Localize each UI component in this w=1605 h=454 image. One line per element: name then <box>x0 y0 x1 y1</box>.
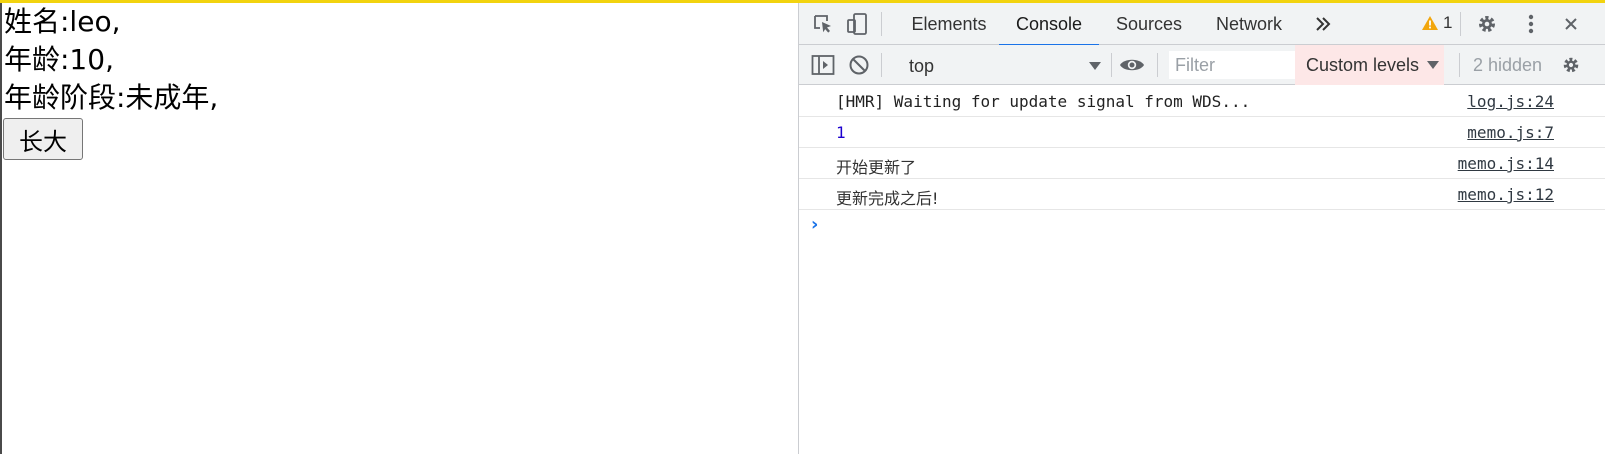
tab-network[interactable]: Network <box>1199 3 1299 45</box>
prompt-chevron-icon: › <box>811 214 819 235</box>
tabbar-divider <box>881 12 882 36</box>
clear-console-icon[interactable] <box>847 53 871 77</box>
console-message: [HMR] Waiting for update signal from WDS… <box>836 92 1251 111</box>
gear-icon[interactable] <box>1475 12 1499 36</box>
devtools-tabbar: Elements Console Sources Network 1 <box>799 3 1605 46</box>
console-prompt[interactable]: › <box>799 210 1605 240</box>
double-chevron-icon[interactable] <box>1311 12 1335 36</box>
source-link[interactable]: log.js:24 <box>1467 92 1554 111</box>
devtools-panel: Elements Console Sources Network 1 top F… <box>798 3 1605 454</box>
context-value: top <box>909 55 935 76</box>
console-row: [HMR] Waiting for update signal from WDS… <box>799 86 1605 117</box>
tab-elements[interactable]: Elements <box>899 3 999 45</box>
warning-counter[interactable]: 1 <box>1421 13 1452 33</box>
toolbar-divider <box>1459 53 1460 77</box>
log-levels-label: Custom levels <box>1306 54 1420 75</box>
console-message: 更新完成之后! <box>836 189 939 208</box>
console-row: 1 memo.js:7 <box>799 117 1605 148</box>
context-selector[interactable]: top <box>893 53 1109 79</box>
eye-icon[interactable] <box>1117 53 1147 77</box>
dropdown-arrow-icon <box>1089 62 1101 70</box>
more-options-icon[interactable] <box>1519 12 1543 36</box>
toolbar-divider <box>881 53 882 77</box>
tab-console-label: Console <box>1015 13 1083 34</box>
console-toolbar: top Custom levels 2 hidden <box>799 45 1605 85</box>
close-icon[interactable] <box>1559 12 1583 36</box>
console-row: 更新完成之后! memo.js:12 <box>799 179 1605 210</box>
tab-elements-label: Elements <box>911 13 987 34</box>
toolbar-divider <box>1111 53 1112 77</box>
log-levels-dropdown[interactable]: Custom levels <box>1295 45 1444 85</box>
device-toolbar-icon[interactable] <box>845 12 869 36</box>
hidden-messages-count: 2 hidden <box>1473 55 1543 75</box>
page-viewport: 姓名:leo, 年龄:10, 年龄阶段:未成年, 长大 <box>2 3 798 454</box>
sidebar-toggle-icon[interactable] <box>811 53 835 77</box>
tabbar-divider <box>1460 12 1461 36</box>
console-message: 1 <box>836 123 846 142</box>
grow-button[interactable]: 长大 <box>3 118 83 160</box>
console-message: 开始更新了 <box>836 158 917 177</box>
warning-icon <box>1422 16 1438 30</box>
filter-input[interactable] <box>1169 51 1295 79</box>
dropdown-arrow-icon <box>1427 61 1440 69</box>
tab-console[interactable]: Console <box>999 3 1099 46</box>
source-link[interactable]: memo.js:12 <box>1458 185 1554 204</box>
tab-sources[interactable]: Sources <box>1099 3 1199 45</box>
age-line: 年龄:10, <box>4 43 114 76</box>
age-stage-line: 年龄阶段:未成年, <box>4 81 219 114</box>
toolbar-divider <box>1157 53 1158 77</box>
console-messages: [HMR] Waiting for update signal from WDS… <box>799 86 1605 240</box>
tab-network-label: Network <box>1215 13 1282 34</box>
warning-count: 1 <box>1443 13 1453 32</box>
tab-sources-label: Sources <box>1115 13 1183 34</box>
name-line: 姓名:leo, <box>4 5 121 38</box>
console-settings-icon[interactable] <box>1559 53 1583 77</box>
source-link[interactable]: memo.js:7 <box>1467 123 1554 142</box>
inspect-element-icon[interactable] <box>811 12 835 36</box>
console-row: 开始更新了 memo.js:14 <box>799 148 1605 179</box>
source-link[interactable]: memo.js:14 <box>1458 154 1554 173</box>
